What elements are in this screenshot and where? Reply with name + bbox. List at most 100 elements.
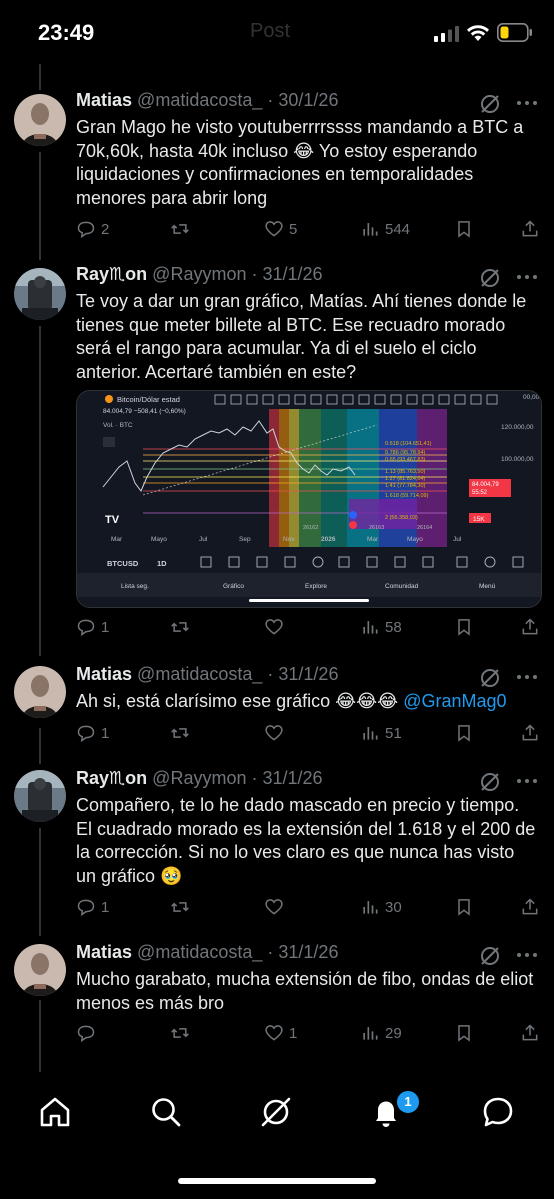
- clock: 23:49: [38, 20, 95, 45]
- like-button[interactable]: [264, 896, 289, 918]
- bookmark-button[interactable]: [454, 722, 474, 744]
- display-name[interactable]: Matias: [76, 664, 132, 684]
- share-button[interactable]: [520, 896, 540, 918]
- views-button[interactable]: 29: [360, 1022, 402, 1044]
- views-button[interactable]: 58: [360, 616, 402, 638]
- reply-button[interactable]: 1: [76, 722, 109, 744]
- timestamp[interactable]: · 31/1/26: [252, 768, 323, 788]
- svg-text:1.618 (59.714,09): 1.618 (59.714,09): [385, 493, 429, 499]
- views-button[interactable]: 51: [360, 722, 402, 744]
- timestamp[interactable]: · 31/1/26: [267, 664, 338, 684]
- reply-icon: [77, 899, 95, 917]
- handle[interactable]: @matidacosta_: [137, 942, 262, 962]
- svg-text:Comunidad: Comunidad: [385, 583, 419, 590]
- bookmark-button[interactable]: [454, 896, 474, 918]
- views-button[interactable]: 30: [360, 896, 402, 918]
- reply-count: 1: [101, 724, 110, 742]
- more-options-icon[interactable]: [516, 274, 538, 280]
- repost-button[interactable]: [170, 1022, 195, 1044]
- more-options-icon[interactable]: [516, 674, 538, 680]
- handle[interactable]: @matidacosta_: [137, 90, 262, 110]
- svg-text:2026: 2026: [321, 536, 336, 543]
- share-button[interactable]: [520, 1022, 540, 1044]
- reply-icon: [77, 221, 95, 239]
- image-home-indicator: [249, 599, 369, 602]
- bookmark-button[interactable]: [454, 1022, 474, 1044]
- grok-icon[interactable]: [258, 1094, 294, 1130]
- symbol: BTCUSD: [107, 559, 139, 568]
- bitcoin-logo-icon: [105, 395, 113, 403]
- like-button[interactable]: [264, 616, 289, 638]
- repost-button[interactable]: [170, 722, 195, 744]
- svg-text:0.65 (93.467,83): 0.65 (93.467,83): [385, 457, 426, 463]
- tweet-actions: 1 29: [76, 1022, 540, 1046]
- collapse-button[interactable]: [103, 437, 115, 447]
- timestamp[interactable]: · 31/1/26: [267, 942, 338, 962]
- repost-button[interactable]: [170, 218, 195, 240]
- bookmark-button[interactable]: [454, 218, 474, 240]
- mention-link[interactable]: @GranMag0: [403, 691, 506, 711]
- repost-icon: [171, 1028, 189, 1038]
- svg-text:Mayo: Mayo: [407, 536, 423, 543]
- bottom-tab-bar: [0, 1080, 554, 1160]
- repost-button[interactable]: [170, 896, 195, 918]
- svg-text:Jul: Jul: [453, 536, 462, 543]
- cellular-signal-icon: [434, 26, 459, 42]
- messages-icon[interactable]: [480, 1094, 516, 1130]
- like-button[interactable]: 1: [264, 1022, 297, 1044]
- avatar[interactable]: [14, 94, 66, 146]
- svg-text:26163: 26163: [369, 525, 384, 531]
- display-name[interactable]: Matias: [76, 942, 132, 962]
- tweet-header: Ray♏on @Rayymon · 31/1/26: [76, 768, 323, 789]
- grok-icon[interactable]: [478, 266, 502, 290]
- grok-icon[interactable]: [478, 770, 502, 794]
- avatar[interactable]: [14, 666, 66, 718]
- tweet-text: Gran Mago he visto youtuberrrrssss manda…: [76, 117, 524, 208]
- display-name[interactable]: Ray♏on: [76, 768, 147, 788]
- reply-button[interactable]: [76, 1022, 101, 1044]
- tweet-text: Te voy a dar un gran gráfico, Matías. Ah…: [76, 291, 527, 382]
- search-icon[interactable]: [148, 1094, 184, 1130]
- reply-button[interactable]: 1: [76, 616, 109, 638]
- event-marker-icon: [349, 521, 357, 529]
- avatar[interactable]: [14, 770, 66, 822]
- grok-icon[interactable]: [478, 92, 502, 116]
- tweet-header: Matias @matidacosta_ · 31/1/26: [76, 664, 338, 685]
- share-button[interactable]: [520, 218, 540, 240]
- svg-text:26164: 26164: [417, 525, 432, 531]
- display-name[interactable]: Matias: [76, 90, 132, 110]
- repost-button[interactable]: [170, 616, 195, 638]
- timestamp[interactable]: · 31/1/26: [252, 264, 323, 284]
- home-icon[interactable]: [37, 1094, 73, 1130]
- grok-icon[interactable]: [478, 944, 502, 968]
- display-name[interactable]: Ray♏on: [76, 264, 147, 284]
- reply-button[interactable]: 2: [76, 218, 109, 240]
- more-options-icon[interactable]: [516, 952, 538, 958]
- like-button[interactable]: [264, 722, 289, 744]
- more-options-icon[interactable]: [516, 778, 538, 784]
- handle[interactable]: @Rayymon: [152, 768, 246, 788]
- like-button[interactable]: 5: [264, 218, 297, 240]
- tweet-image[interactable]: Bitcoin/Dólar estad 00,00 84.004,79 −508…: [76, 390, 542, 608]
- views-button[interactable]: 544: [360, 218, 410, 240]
- handle[interactable]: @matidacosta_: [137, 664, 262, 684]
- bookmark-button[interactable]: [454, 616, 474, 638]
- tweet-header: Ray♏on @Rayymon · 31/1/26: [76, 264, 323, 285]
- grok-icon[interactable]: [478, 666, 502, 690]
- handle[interactable]: @Rayymon: [152, 264, 246, 284]
- bookmark-icon: [458, 619, 470, 636]
- timestamp[interactable]: · 30/1/26: [267, 90, 338, 110]
- tradingview-logo: TV: [105, 514, 120, 526]
- svg-text:1.27 (81.824,04): 1.27 (81.824,04): [385, 476, 426, 482]
- avatar[interactable]: [14, 268, 66, 320]
- share-button[interactable]: [520, 616, 540, 638]
- reply-button[interactable]: 1: [76, 896, 109, 918]
- more-options-icon[interactable]: [516, 100, 538, 106]
- heart-icon: [265, 899, 283, 915]
- avatar-photo: [14, 94, 66, 146]
- svg-text:Nov: Nov: [283, 536, 295, 543]
- svg-text:Mar: Mar: [111, 536, 123, 543]
- share-button[interactable]: [520, 722, 540, 744]
- svg-text:Menú: Menú: [479, 583, 496, 590]
- avatar[interactable]: [14, 944, 66, 996]
